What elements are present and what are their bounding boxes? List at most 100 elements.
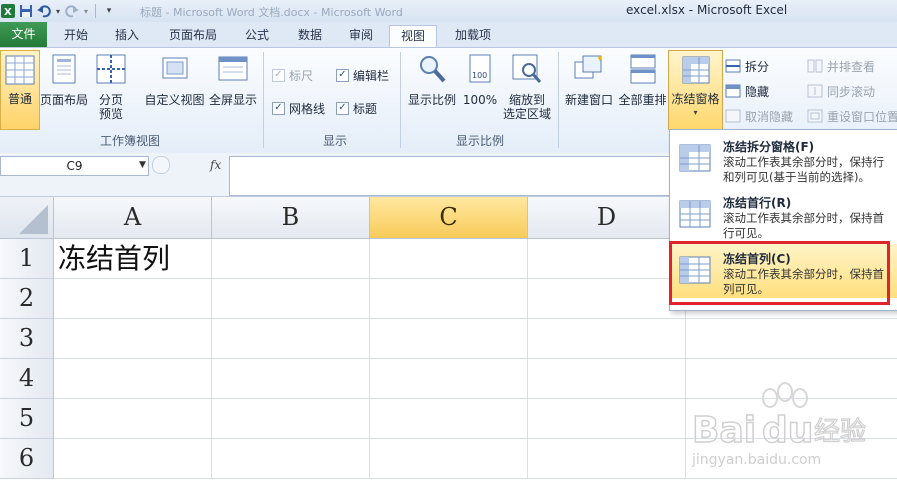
undo-icon[interactable] xyxy=(36,3,52,19)
cell[interactable] xyxy=(212,279,370,319)
cell[interactable] xyxy=(212,359,370,399)
redo-icon[interactable] xyxy=(64,3,80,19)
side-by-side-icon xyxy=(807,59,823,73)
excel-logo-icon[interactable]: X xyxy=(0,3,16,19)
cell[interactable] xyxy=(212,239,370,279)
name-box-dropdown-icon[interactable]: ▼ xyxy=(139,160,146,170)
unhide-button[interactable]: 取消隐藏 xyxy=(725,107,793,125)
customize-qat-icon[interactable]: ▾ xyxy=(101,3,117,19)
zoom-label: 显示比例 xyxy=(407,93,456,107)
cell[interactable] xyxy=(54,359,212,399)
freeze-panes-dropdown-icon: ▾ xyxy=(693,108,698,117)
select-all-corner[interactable] xyxy=(0,197,54,239)
gridlines-check-icon: ✓ xyxy=(272,101,285,115)
cell[interactable] xyxy=(370,359,528,399)
cell[interactable] xyxy=(686,319,897,359)
gridlines-checkbox[interactable]: ✓ 网格线 xyxy=(272,99,325,117)
freeze-panes-menu-icon xyxy=(679,144,711,175)
sync-scroll-button[interactable]: 同步滚动 xyxy=(807,82,875,100)
row-header-4[interactable]: 4 xyxy=(0,359,54,399)
full-screen-button[interactable]: 全屏显示 xyxy=(207,54,259,107)
name-box[interactable]: C9 xyxy=(0,156,149,176)
magnifier-icon xyxy=(406,54,458,87)
normal-view-button[interactable]: 普通 xyxy=(0,50,40,130)
save-icon[interactable] xyxy=(18,3,34,19)
formula-input[interactable] xyxy=(229,156,671,196)
column-header-b[interactable]: B xyxy=(212,197,370,239)
page-break-label-1: 分页 xyxy=(98,93,123,107)
zoom-100-label: 100% xyxy=(462,93,498,107)
split-button[interactable]: 拆分 xyxy=(725,57,769,75)
custom-views-button[interactable]: 自定义视图 xyxy=(143,54,206,107)
cell[interactable] xyxy=(528,399,686,439)
page-layout-view-button[interactable]: 页面布局 xyxy=(39,54,89,107)
custom-views-label: 自定义视图 xyxy=(144,93,205,107)
view-side-by-side-button[interactable]: 并排查看 xyxy=(807,57,875,75)
row-header-3[interactable]: 3 xyxy=(0,319,54,359)
zoom-button[interactable]: 显示比例 xyxy=(406,54,458,107)
row-header-6[interactable]: 6 xyxy=(0,439,54,479)
tab-review[interactable]: 审阅 xyxy=(338,25,384,47)
cell[interactable] xyxy=(370,439,528,479)
redo-dropdown-icon[interactable]: ▾ xyxy=(82,3,90,19)
cell[interactable] xyxy=(528,439,686,479)
tab-formulas[interactable]: 公式 xyxy=(234,25,280,47)
hide-button[interactable]: 隐藏 xyxy=(725,82,769,100)
undo-dropdown-icon[interactable]: ▾ xyxy=(54,3,62,19)
menu-item-freeze-top-row[interactable]: 冻结首行(R) 滚动工作表其余部分时，保持首行可见。 xyxy=(670,188,897,242)
zoom-to-selection-button[interactable]: 缩放到 选定区域 xyxy=(500,54,554,121)
cell[interactable] xyxy=(528,359,686,399)
new-window-button[interactable]: 新建窗口 xyxy=(562,54,616,107)
page-layout-label: 页面布局 xyxy=(39,93,88,107)
tab-page-layout[interactable]: 页面布局 xyxy=(160,25,226,47)
cell[interactable] xyxy=(54,439,212,479)
reset-window-position-button[interactable]: 重设窗口位置 xyxy=(807,107,897,125)
cell[interactable] xyxy=(212,319,370,359)
cell[interactable] xyxy=(212,439,370,479)
headings-label: 标题 xyxy=(353,101,378,116)
row-header-5[interactable]: 5 xyxy=(0,399,54,439)
menu-item-freeze-panes[interactable]: 冻结拆分窗格(F) 滚动工作表其余部分时，保持行和列可见(基于当前的选择)。 xyxy=(670,132,897,186)
tab-view[interactable]: 视图 xyxy=(389,25,437,48)
tab-add-ins[interactable]: 加载项 xyxy=(445,25,501,47)
ruler-checkbox[interactable]: ✓ 标尺 xyxy=(272,66,313,84)
tab-home[interactable]: 开始 xyxy=(53,25,99,47)
insert-function-icon[interactable]: fx xyxy=(210,158,221,172)
cell[interactable] xyxy=(54,279,212,319)
arrange-all-button[interactable]: 全部重排 xyxy=(617,54,668,107)
row-header-2[interactable]: 2 xyxy=(0,279,54,319)
column-header-a[interactable]: A xyxy=(54,197,212,239)
cell[interactable] xyxy=(54,399,212,439)
row-header-1[interactable]: 1 xyxy=(0,239,54,279)
formula-bar-checkbox[interactable]: ✓ 编辑栏 xyxy=(336,66,389,84)
cell-a1[interactable]: 冻结首列 xyxy=(54,239,212,279)
page-break-preview-button[interactable]: 分页 预览 xyxy=(91,54,131,121)
zoom-100-button[interactable]: 100 100% xyxy=(461,54,499,107)
freeze-panes-button[interactable]: 冻结窗格 ▾ xyxy=(668,50,723,130)
formula-bar-check-icon: ✓ xyxy=(336,68,349,82)
column-header-d[interactable]: D xyxy=(528,197,686,239)
headings-checkbox[interactable]: ✓ 标题 xyxy=(336,99,377,117)
arrange-all-icon xyxy=(617,54,668,87)
cell[interactable] xyxy=(370,279,528,319)
cell[interactable] xyxy=(54,319,212,359)
cell[interactable] xyxy=(370,319,528,359)
cell[interactable] xyxy=(370,399,528,439)
cell[interactable] xyxy=(528,239,686,279)
column-header-c[interactable]: C xyxy=(370,197,528,239)
tab-insert[interactable]: 插入 xyxy=(104,25,150,47)
zoom-selection-label-1: 缩放到 xyxy=(508,93,545,107)
tab-data[interactable]: 数据 xyxy=(287,25,333,47)
full-screen-label: 全屏显示 xyxy=(208,93,257,107)
cell[interactable] xyxy=(212,399,370,439)
sync-scroll-icon xyxy=(807,84,823,98)
watermark-brand-2: du xyxy=(762,410,813,451)
cell[interactable] xyxy=(528,279,686,319)
expand-formula-icon[interactable] xyxy=(152,156,170,174)
zoom-100-icon: 100 xyxy=(461,54,499,87)
side-by-side-label: 并排查看 xyxy=(827,59,876,74)
cell[interactable] xyxy=(370,239,528,279)
reset-position-icon xyxy=(807,109,823,123)
tab-file[interactable]: 文件 xyxy=(0,22,47,47)
cell[interactable] xyxy=(528,319,686,359)
